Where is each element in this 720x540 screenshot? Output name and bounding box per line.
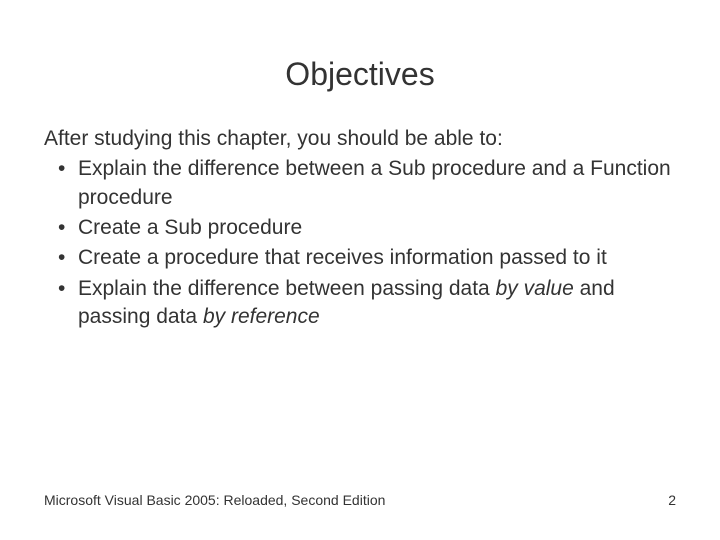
slide-footer: Microsoft Visual Basic 2005: Reloaded, S… bbox=[44, 492, 676, 508]
list-item: Explain the difference between a Sub pro… bbox=[44, 155, 676, 212]
bullet-list: Explain the difference between a Sub pro… bbox=[44, 155, 676, 331]
footer-left: Microsoft Visual Basic 2005: Reloaded, S… bbox=[44, 492, 385, 508]
page-number: 2 bbox=[668, 492, 676, 508]
slide-content: After studying this chapter, you should … bbox=[0, 125, 720, 331]
bullet-text: Create a procedure that receives informa… bbox=[78, 246, 607, 269]
bullet-em: by value bbox=[496, 277, 574, 300]
bullet-em: by reference bbox=[203, 305, 320, 328]
bullet-text: Explain the difference between a Sub pro… bbox=[78, 157, 671, 208]
slide-title: Objectives bbox=[0, 0, 720, 125]
list-item: Create a procedure that receives informa… bbox=[44, 244, 676, 272]
slide: Objectives After studying this chapter, … bbox=[0, 0, 720, 540]
bullet-text: Explain the difference between passing d… bbox=[78, 277, 496, 300]
list-item: Create a Sub procedure bbox=[44, 214, 676, 242]
intro-text: After studying this chapter, you should … bbox=[44, 125, 676, 153]
list-item: Explain the difference between passing d… bbox=[44, 275, 676, 332]
bullet-text: Create a Sub procedure bbox=[78, 216, 302, 239]
